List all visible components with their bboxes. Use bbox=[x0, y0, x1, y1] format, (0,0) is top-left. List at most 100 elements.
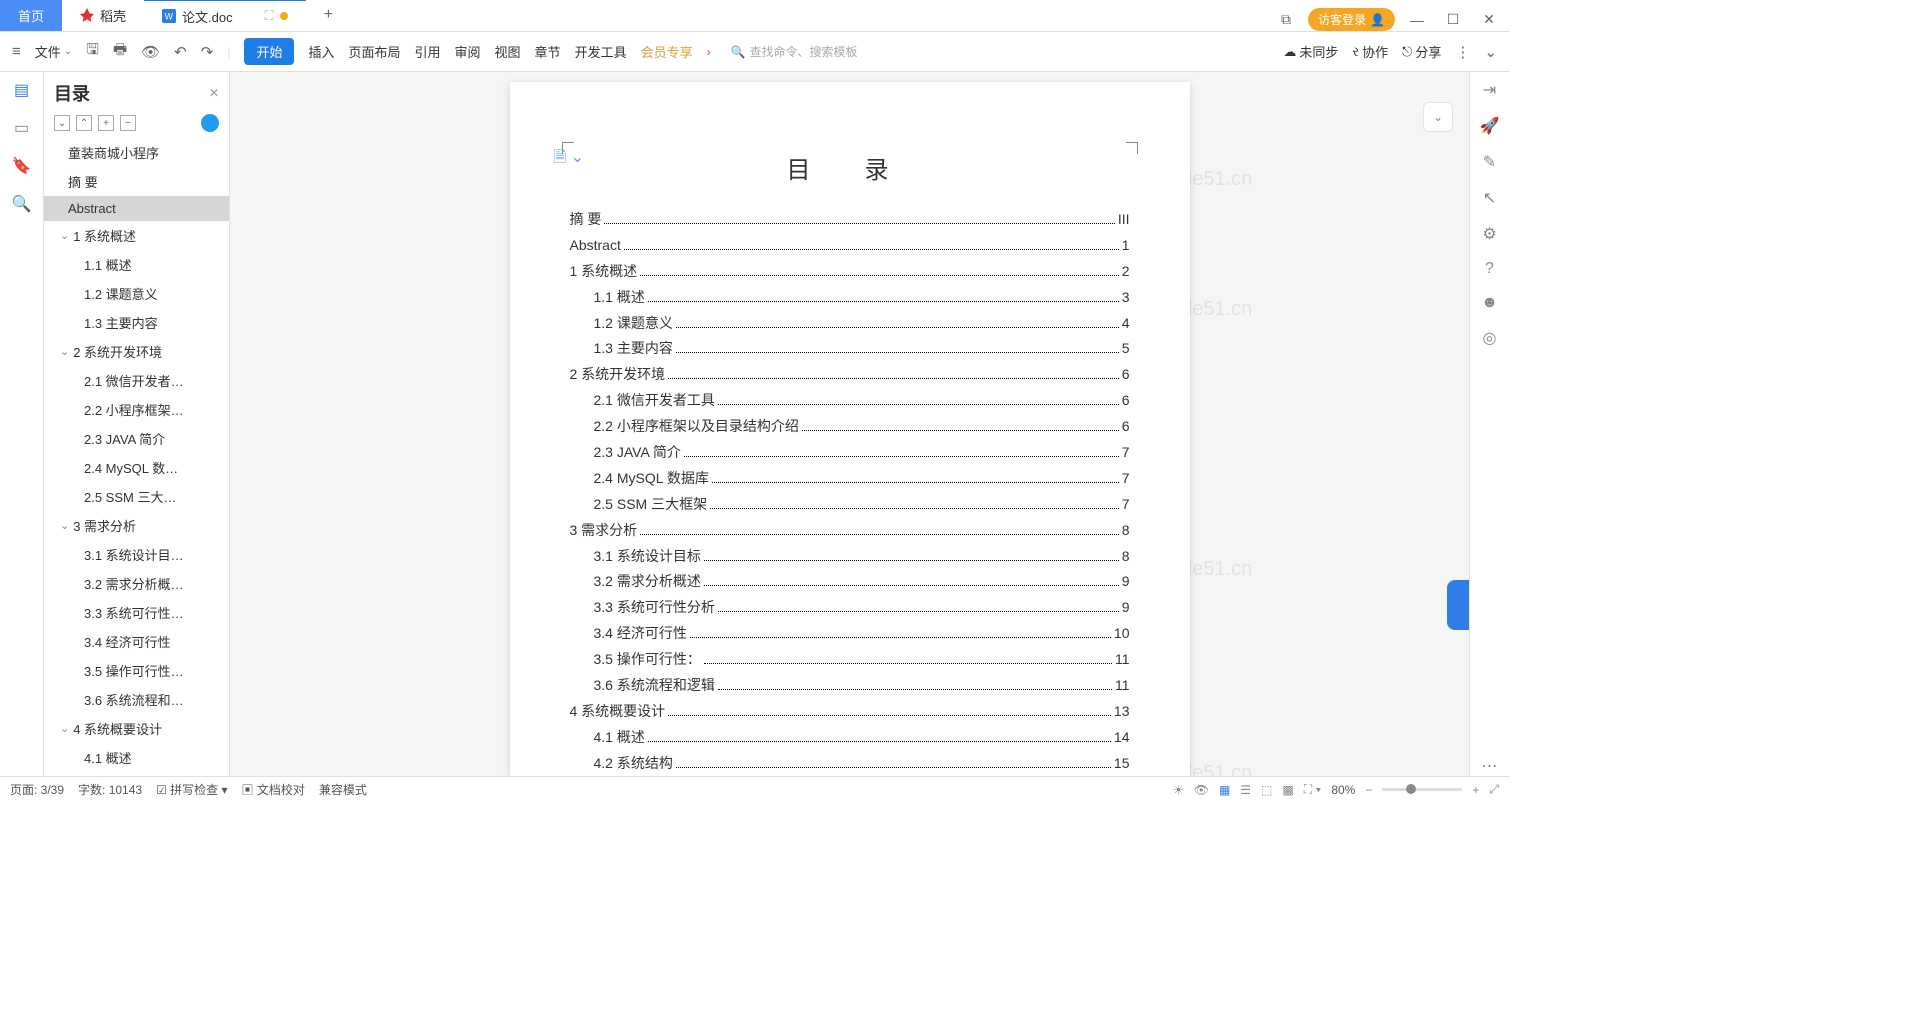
save-icon[interactable]: 🖫 bbox=[86, 39, 99, 64]
status-page[interactable]: 页面: 3/39 bbox=[10, 781, 64, 798]
web-view-icon[interactable]: ⬚ bbox=[1261, 783, 1272, 797]
collapse-ribbon-icon[interactable]: ⌄ bbox=[1484, 43, 1497, 61]
outline-item[interactable]: 童装商城小程序 bbox=[44, 138, 229, 167]
outline-item[interactable]: 2.4 MySQL 数… bbox=[44, 453, 229, 482]
toc-line: 摘 要III bbox=[570, 207, 1130, 233]
tab-home[interactable]: 首页 bbox=[0, 0, 62, 31]
side-fab[interactable] bbox=[1447, 580, 1469, 630]
share-button[interactable]: ⎋ 分享 bbox=[1402, 42, 1441, 61]
zoom-value[interactable]: 80% bbox=[1331, 783, 1355, 797]
outline-item[interactable]: 3.5 操作可行性… bbox=[44, 656, 229, 685]
eye-icon[interactable]: 👁 bbox=[1194, 783, 1209, 797]
more-tools-icon[interactable]: ⋯ bbox=[1482, 756, 1498, 776]
tab-daoke[interactable]: 稻壳 bbox=[62, 0, 144, 31]
outline-item[interactable]: 3.3 系统可行性… bbox=[44, 598, 229, 627]
outline-item[interactable]: 4.1 概述 bbox=[44, 743, 229, 772]
outline-item[interactable]: 2 系统开发环境 bbox=[44, 337, 229, 366]
ribbon-tab-start[interactable]: 开始 bbox=[244, 38, 294, 65]
ribbon-more-icon[interactable]: › bbox=[707, 45, 711, 59]
outline-item[interactable]: 1 系统概述 bbox=[44, 221, 229, 250]
page-action-icon[interactable]: 🗎 ⌄ bbox=[554, 146, 585, 173]
outline-collapse-icon[interactable]: ⌄ bbox=[54, 115, 70, 131]
login-button[interactable]: 访客登录👤 bbox=[1308, 8, 1395, 31]
ribbon-tab-review[interactable]: 审阅 bbox=[455, 42, 481, 61]
ribbon-tab-view[interactable]: 视图 bbox=[495, 42, 521, 61]
outline-item[interactable]: 3.4 经济可行性 bbox=[44, 627, 229, 656]
outline-item[interactable]: 3 需求分析 bbox=[44, 511, 229, 540]
outline-item[interactable]: 4 系统概要设计 bbox=[44, 714, 229, 743]
close-button[interactable]: ✕ bbox=[1475, 11, 1503, 28]
document-canvas[interactable]: ⌄ code51.cn code51.cn code51.cn code51.c… bbox=[230, 72, 1469, 776]
maximize-button[interactable]: ☐ bbox=[1439, 11, 1467, 28]
ribbon-tab-layout[interactable]: 页面布局 bbox=[348, 42, 400, 61]
ribbon-tab-reference[interactable]: 引用 bbox=[415, 42, 441, 61]
outline-view-icon[interactable]: ☰ bbox=[1240, 783, 1251, 797]
outline-item[interactable]: 摘 要 bbox=[44, 167, 229, 196]
hamburger-icon[interactable]: ≡ bbox=[12, 43, 21, 60]
preview-icon[interactable]: 👁 bbox=[141, 43, 160, 61]
more-icon[interactable]: ⋮ bbox=[1455, 43, 1470, 61]
outline-ai-icon[interactable] bbox=[201, 114, 219, 132]
style-icon[interactable]: ⇥ bbox=[1483, 80, 1496, 100]
pointer-icon[interactable]: ↖ bbox=[1483, 188, 1496, 208]
grid-view-icon[interactable]: ▩ bbox=[1282, 783, 1293, 797]
minimize-button[interactable]: — bbox=[1403, 12, 1431, 28]
tab-new[interactable]: + bbox=[306, 0, 351, 31]
outline-item[interactable]: 3.6 系统流程和… bbox=[44, 685, 229, 714]
collab-button[interactable]: ર 协作 bbox=[1352, 42, 1388, 61]
outline-item[interactable]: 1.2 课题意义 bbox=[44, 279, 229, 308]
readmode-icon[interactable]: ☀ bbox=[1173, 783, 1184, 797]
pagelayout-icon[interactable]: ▦ bbox=[1219, 783, 1230, 797]
settings-icon[interactable]: ⚙ bbox=[1482, 224, 1496, 244]
zoom-slider[interactable] bbox=[1382, 788, 1462, 791]
toc-line: 3.6 系统流程和逻辑11 bbox=[570, 673, 1130, 699]
outline-expand-icon[interactable]: ⌃ bbox=[76, 115, 92, 131]
find-icon[interactable]: 🔍 bbox=[12, 194, 32, 214]
screen-icon[interactable]: ⛶ bbox=[265, 8, 274, 24]
file-menu[interactable]: 文件 ⌄ bbox=[35, 42, 72, 61]
nav-icon[interactable]: ▭ bbox=[14, 118, 29, 138]
outline-item[interactable]: 3.2 需求分析概… bbox=[44, 569, 229, 598]
target-icon[interactable]: ◎ bbox=[1483, 328, 1497, 348]
zoom-in-icon[interactable]: + bbox=[1472, 783, 1479, 797]
status-proofread[interactable]: ▣ 文档校对 bbox=[242, 781, 305, 798]
outline-item[interactable]: 3.1 系统设计目… bbox=[44, 540, 229, 569]
outline-item[interactable]: 2.2 小程序框架… bbox=[44, 395, 229, 424]
outline-close-icon[interactable]: ✕ bbox=[209, 86, 219, 100]
status-words[interactable]: 字数: 10143 bbox=[78, 781, 142, 798]
rocket-icon[interactable]: 🚀 bbox=[1480, 116, 1500, 136]
fit-icon[interactable]: ⛶ ▾ bbox=[1304, 782, 1322, 797]
bookmark-icon[interactable]: 🔖 bbox=[12, 156, 32, 176]
ribbon-tab-chapter[interactable]: 章节 bbox=[535, 42, 561, 61]
command-search[interactable]: 🔍查找命令、搜索模板 bbox=[731, 43, 858, 60]
tab-list-icon[interactable]: ⧉ bbox=[1272, 11, 1300, 28]
ribbon-tab-insert[interactable]: 插入 bbox=[308, 42, 334, 61]
sync-button[interactable]: ☁ 未同步 bbox=[1283, 42, 1338, 61]
outline-item[interactable]: 2.3 JAVA 简介 bbox=[44, 424, 229, 453]
ribbon-tab-devtools[interactable]: 开发工具 bbox=[575, 42, 627, 61]
outline-item[interactable]: Abstract bbox=[44, 196, 229, 221]
pen-icon[interactable]: ✎ bbox=[1483, 152, 1496, 172]
outline-item[interactable]: 2.1 微信开发者… bbox=[44, 366, 229, 395]
outline-remove-icon[interactable]: − bbox=[120, 115, 136, 131]
outline-item[interactable]: 1.1 概述 bbox=[44, 250, 229, 279]
undo-icon[interactable]: ↶ bbox=[174, 43, 187, 61]
toc-line: 2.5 SSM 三大框架7 bbox=[570, 492, 1130, 518]
outline-item[interactable]: 1.3 主要内容 bbox=[44, 308, 229, 337]
toc-body: 摘 要IIIAbstract11 系统概述21.1 概述31.2 课题意义41.… bbox=[570, 207, 1130, 776]
toc-heading: 目 录 bbox=[570, 150, 1130, 185]
print-icon[interactable]: 🖶 bbox=[113, 39, 127, 64]
zoom-out-icon[interactable]: − bbox=[1365, 783, 1372, 797]
ai-assistant-icon[interactable]: ⌄ bbox=[1423, 102, 1453, 132]
help-icon[interactable]: ? bbox=[1485, 260, 1494, 278]
tab-document[interactable]: W 论文.doc ⛶ bbox=[144, 0, 306, 31]
fullscreen-icon[interactable]: ⤢ bbox=[1489, 782, 1499, 797]
redo-icon[interactable]: ↷ bbox=[201, 43, 214, 61]
face-icon[interactable]: ☻ bbox=[1481, 294, 1498, 312]
ribbon-tab-vip[interactable]: 会员专享 bbox=[641, 42, 693, 61]
status-spellcheck[interactable]: ☑ 拼写检查 ▾ bbox=[156, 781, 227, 798]
outline-icon[interactable]: ▤ bbox=[14, 80, 29, 100]
status-compat[interactable]: 兼容模式 bbox=[319, 781, 367, 798]
outline-item[interactable]: 2.5 SSM 三大… bbox=[44, 482, 229, 511]
outline-add-icon[interactable]: + bbox=[98, 115, 114, 131]
